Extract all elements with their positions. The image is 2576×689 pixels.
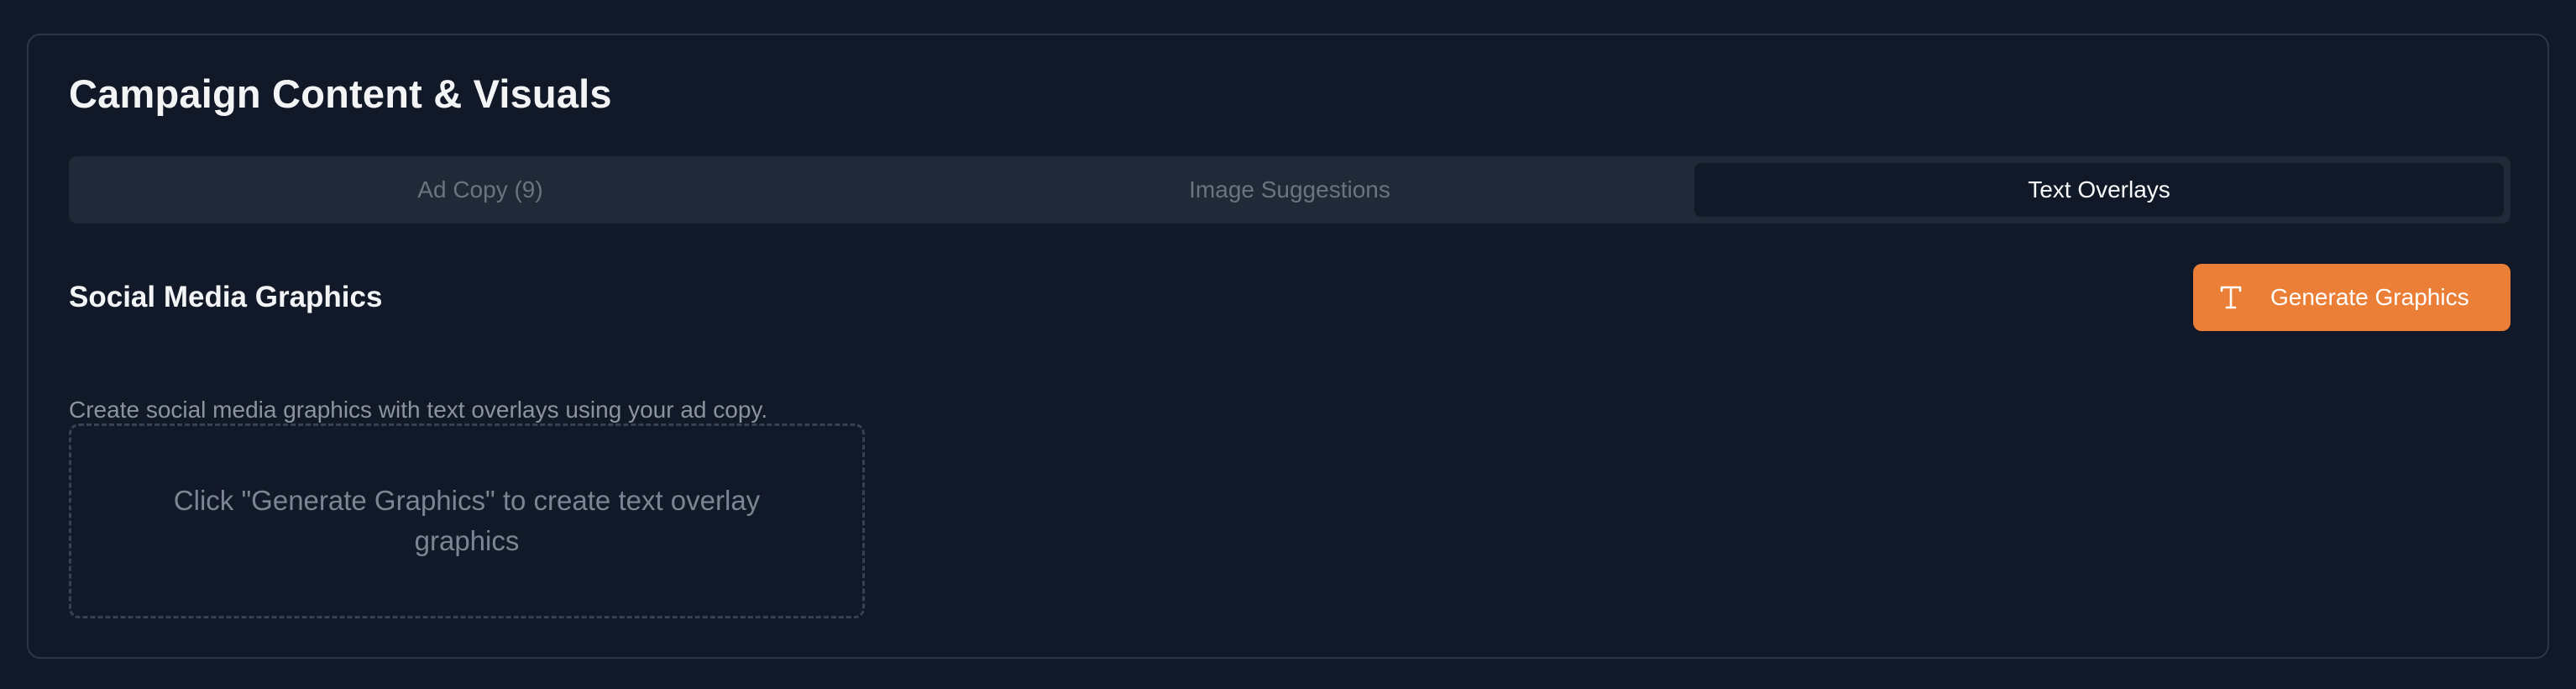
section-title: Social Media Graphics <box>69 281 383 313</box>
tab-text-overlays[interactable]: Text Overlays <box>1694 163 2504 217</box>
graphics-empty-state: Click "Generate Graphics" to create text… <box>69 423 865 618</box>
empty-state-message: Click "Generate Graphics" to create text… <box>173 485 761 556</box>
text-type-icon <box>2220 286 2242 309</box>
section-description: Create social media graphics with text o… <box>69 397 768 423</box>
generate-graphics-label: Generate Graphics <box>2270 284 2469 310</box>
content-tabs: Ad Copy (9) Image Suggestions Text Overl… <box>69 156 2511 224</box>
tab-image-suggestions[interactable]: Image Suggestions <box>885 163 1694 217</box>
tab-ad-copy[interactable]: Ad Copy (9) <box>76 163 885 217</box>
generate-graphics-button[interactable]: Generate Graphics <box>2193 264 2511 331</box>
card-title: Campaign Content & Visuals <box>69 71 612 116</box>
campaign-content-card: Campaign Content & Visuals Ad Copy (9) I… <box>27 34 2549 659</box>
